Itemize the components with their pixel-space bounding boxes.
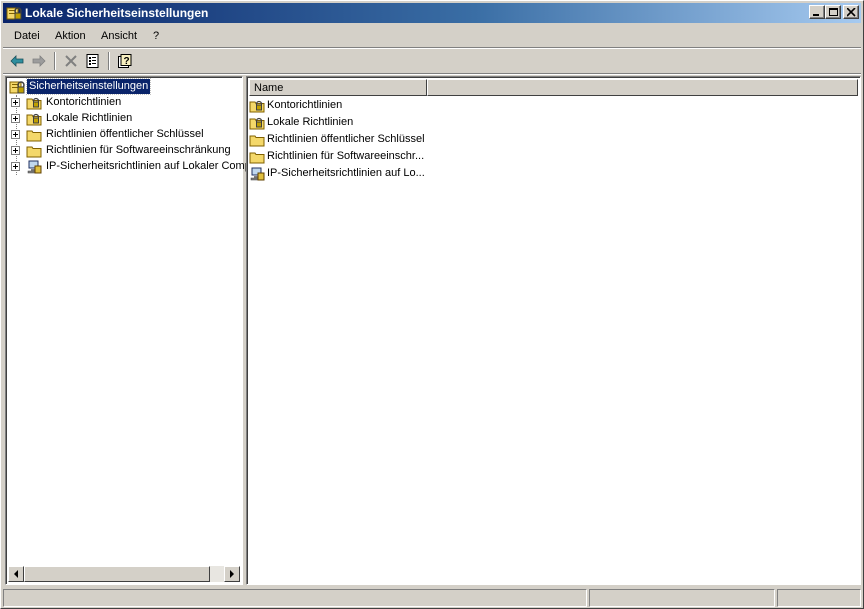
column-header-filler bbox=[427, 79, 858, 96]
help-icon: ? bbox=[118, 54, 132, 68]
back-arrow-icon bbox=[10, 55, 24, 67]
folder-lock-icon bbox=[26, 111, 42, 127]
list-item-label: Lokale Richtlinien bbox=[267, 116, 354, 128]
folder-lock-icon bbox=[249, 98, 265, 114]
menu-aktion[interactable]: Aktion bbox=[55, 30, 86, 42]
scroll-thumb[interactable] bbox=[24, 566, 210, 582]
column-header-label: Name bbox=[254, 82, 284, 94]
properties-icon bbox=[86, 54, 99, 68]
list-pane[interactable]: Name Kontorichtlinien Lokale Richtlinien… bbox=[246, 76, 861, 585]
list-item-label: Richtlinien für Softwareeinschr... bbox=[267, 150, 425, 162]
folder-lock-icon bbox=[249, 115, 265, 131]
toolbar: ? bbox=[3, 49, 861, 73]
folder-icon bbox=[26, 143, 42, 159]
tree-pane[interactable]: Sicherheitseinstellungen Kontorichtlinie… bbox=[5, 76, 251, 585]
ip-security-icon bbox=[249, 166, 265, 182]
ip-security-icon bbox=[26, 159, 42, 175]
close-icon bbox=[847, 8, 856, 17]
folder-icon bbox=[249, 132, 265, 148]
properties-button[interactable] bbox=[83, 51, 103, 71]
tree-item-label: Lokale Richtlinien bbox=[46, 112, 133, 124]
svg-text:?: ? bbox=[124, 56, 130, 67]
toolbar-separator bbox=[108, 52, 110, 70]
minimize-icon bbox=[813, 14, 819, 16]
status-panel-tertiary bbox=[777, 589, 861, 607]
expand-icon[interactable] bbox=[11, 130, 20, 139]
scroll-left-button[interactable] bbox=[8, 566, 24, 582]
expand-icon[interactable] bbox=[11, 162, 20, 171]
expand-icon[interactable] bbox=[11, 114, 20, 123]
delete-icon bbox=[65, 55, 77, 67]
toolbar-separator-line bbox=[3, 73, 861, 75]
title-bar[interactable]: Lokale Sicherheitseinstellungen bbox=[3, 3, 861, 23]
menu-datei[interactable]: Datei bbox=[14, 30, 40, 42]
folder-icon bbox=[249, 149, 265, 165]
list-header: Name bbox=[249, 79, 858, 96]
toolbar-separator bbox=[54, 52, 56, 70]
folder-icon bbox=[26, 127, 42, 143]
status-bar bbox=[3, 588, 861, 607]
scroll-right-button[interactable] bbox=[224, 566, 240, 582]
column-header-name[interactable]: Name bbox=[249, 79, 427, 96]
security-settings-icon bbox=[9, 79, 25, 95]
tree-item-label: Richtlinien für Softwareeinschränkung bbox=[46, 144, 231, 156]
tree-horizontal-scrollbar[interactable] bbox=[8, 566, 240, 582]
tree-item-label: Richtlinien öffentlicher Schlüssel bbox=[46, 128, 204, 140]
status-panel-main bbox=[3, 589, 587, 607]
app-window: Lokale Sicherheitseinstellungen Datei Ak… bbox=[0, 0, 864, 609]
maximize-button[interactable] bbox=[825, 5, 841, 19]
expand-icon[interactable] bbox=[11, 146, 20, 155]
tree-item-label: Kontorichtlinien bbox=[46, 96, 122, 108]
status-panel-secondary bbox=[589, 589, 775, 607]
delete-button[interactable] bbox=[61, 51, 81, 71]
maximize-icon bbox=[829, 8, 838, 16]
list-item-label: Richtlinien öffentlicher Schlüssel bbox=[267, 133, 425, 145]
list-item-label: Kontorichtlinien bbox=[267, 99, 343, 111]
security-settings-icon[interactable] bbox=[6, 5, 22, 21]
arrow-left-icon bbox=[14, 570, 18, 578]
menu-ansicht[interactable]: Ansicht bbox=[101, 30, 137, 42]
arrow-right-icon bbox=[230, 570, 234, 578]
forward-arrow-icon bbox=[32, 55, 46, 67]
tree-item-label: IP-Sicherheitsrichtlinien auf Lokaler Co… bbox=[46, 160, 251, 172]
expand-icon[interactable] bbox=[11, 98, 20, 107]
folder-lock-icon bbox=[26, 95, 42, 111]
forward-button[interactable] bbox=[29, 51, 49, 71]
list-item-label: IP-Sicherheitsrichtlinien auf Lo... bbox=[267, 167, 425, 179]
window-title: Lokale Sicherheitseinstellungen bbox=[25, 6, 209, 20]
close-button[interactable] bbox=[843, 5, 859, 19]
menu-bar: Datei Aktion Ansicht ? bbox=[3, 26, 861, 46]
menu-help[interactable]: ? bbox=[153, 30, 159, 42]
back-button[interactable] bbox=[7, 51, 27, 71]
help-button[interactable]: ? bbox=[115, 51, 135, 71]
minimize-button[interactable] bbox=[809, 5, 825, 19]
tree-root-label: Sicherheitseinstellungen bbox=[25, 78, 152, 95]
